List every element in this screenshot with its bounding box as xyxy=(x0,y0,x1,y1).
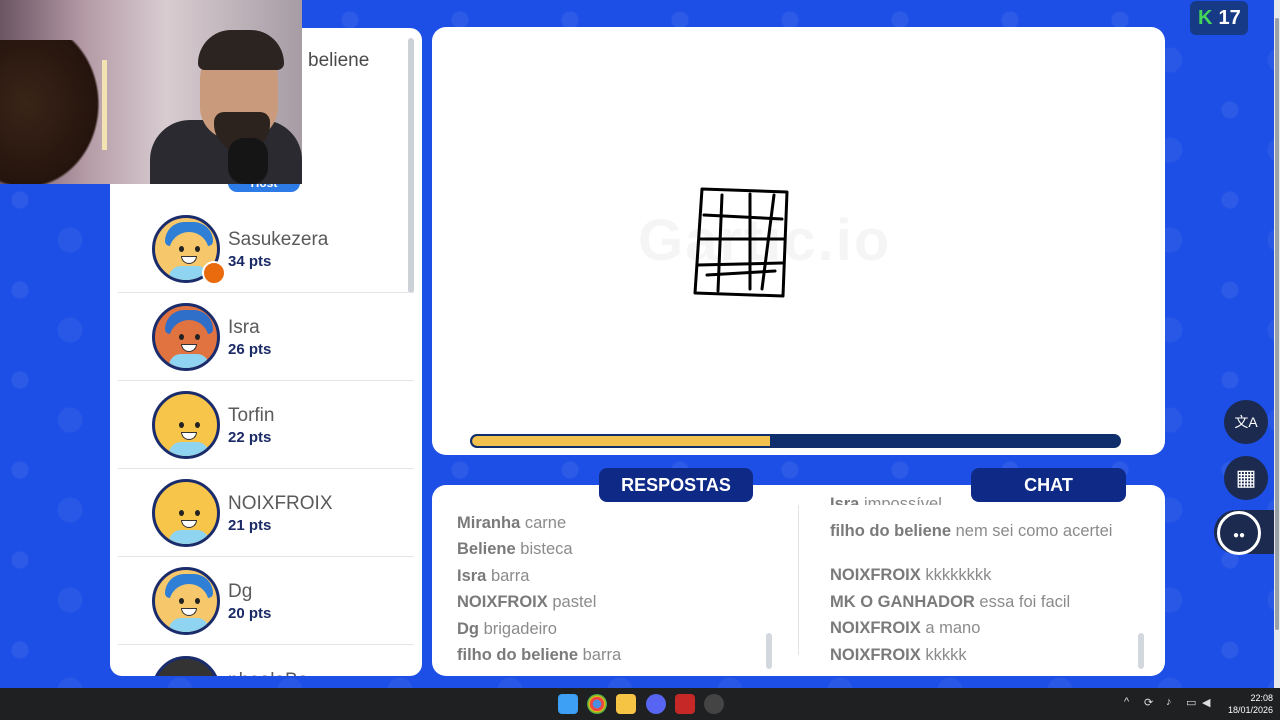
tray-sync-icon[interactable]: ⟳ xyxy=(1144,696,1153,709)
tray-chevron-icon[interactable]: ^ xyxy=(1124,696,1129,708)
webcam-overlay xyxy=(0,0,302,184)
chat-message-partial: Isra impossível xyxy=(830,495,942,505)
taskbar-clock[interactable]: 22:08 18/01/2026 xyxy=(1228,692,1273,716)
player-avatar xyxy=(152,567,220,635)
player-avatar xyxy=(152,303,220,371)
drawing-canvas[interactable]: Gartic.io xyxy=(432,27,1165,455)
player-status-badge xyxy=(202,261,226,285)
player-row[interactable]: Torfin 22 pts xyxy=(118,381,414,469)
page-scrollbar-thumb[interactable] xyxy=(1275,18,1279,630)
player-points: 26 pts xyxy=(228,341,272,358)
discord-icon[interactable] xyxy=(646,694,666,714)
grid-icon[interactable]: ▦ xyxy=(1224,456,1268,500)
translate-icon[interactable]: 文A xyxy=(1224,400,1268,444)
player-name: NOIXFROIX xyxy=(228,493,333,514)
player-points: 22 pts xyxy=(228,429,272,446)
player-name: phealaBa xyxy=(228,670,308,676)
round-timer xyxy=(470,434,1121,448)
tray-network-icon[interactable]: ▭ xyxy=(1186,696,1196,709)
chat-message: MK O GANHADOR essa foi facil xyxy=(830,593,1071,611)
answer-message: Dg brigadeiro xyxy=(457,619,557,638)
answer-message: filho do beliene barra xyxy=(457,646,622,664)
stroke-v1 xyxy=(716,193,724,293)
player-avatar xyxy=(152,656,220,676)
streamer-left xyxy=(0,40,110,184)
player-row[interactable]: Dg 20 pts xyxy=(118,557,414,645)
top-player-name: beliene xyxy=(308,50,370,71)
player-row[interactable]: NOIXFROIX 21 pts xyxy=(118,469,414,557)
microphone xyxy=(228,138,268,184)
panel-divider xyxy=(798,505,799,655)
player-name: Torfin xyxy=(228,405,275,426)
room-count: 17 xyxy=(1218,7,1241,29)
windows-start-icon[interactable] xyxy=(558,694,578,714)
player-row[interactable]: Sasukezera 34 pts xyxy=(118,205,414,293)
tray-mic-icon[interactable]: ♪ xyxy=(1166,696,1172,708)
tab-chat[interactable]: CHAT xyxy=(971,468,1126,502)
player-points: 21 pts xyxy=(228,517,272,534)
stroke-v3 xyxy=(760,193,776,291)
stroke-h3 xyxy=(696,261,784,267)
answers-scrollbar[interactable] xyxy=(766,633,772,669)
windows-taskbar: ^ ⟳ ♪ ▭ ◀ 22:08 18/01/2026 xyxy=(0,688,1280,720)
chat-message: NOIXFROIX kkkkkkkk xyxy=(830,566,992,584)
tray-volume-icon[interactable]: ◀ xyxy=(1202,696,1210,709)
voice-meeter-icon[interactable] xyxy=(675,694,695,714)
room-count-badge: K 17 xyxy=(1190,1,1248,35)
answer-message: Miranha carne xyxy=(457,514,567,532)
k-logo-icon: K xyxy=(1198,7,1213,29)
bottom-panel: Miranha carne Beliene bisteca Isra barra NO… xyxy=(432,485,1165,676)
answer-message: Beliene bisteca xyxy=(457,540,573,559)
player-name: Dg xyxy=(228,581,253,602)
chat-message: filho do beliene nem sei como acertei xyxy=(830,522,1113,540)
gartic-face-icon[interactable]: ●● xyxy=(1217,511,1261,555)
streamer-right-hair xyxy=(198,30,284,70)
player-name: Isra xyxy=(228,317,260,338)
timer-fill xyxy=(472,436,770,446)
player-avatar xyxy=(152,479,220,547)
chrome-icon[interactable] xyxy=(587,694,607,714)
player-row-partial[interactable]: phealaBa xyxy=(118,646,414,676)
player-avatar xyxy=(152,391,220,459)
chat-message: NOIXFROIX kkkkk xyxy=(830,646,967,664)
answer-message: Isra barra xyxy=(457,566,530,585)
player-points: 20 pts xyxy=(228,605,272,622)
player-points: 34 pts xyxy=(228,253,272,270)
clock-date: 18/01/2026 xyxy=(1228,705,1274,715)
player-row[interactable]: Isra 26 pts xyxy=(118,293,414,381)
obs-icon[interactable] xyxy=(704,694,724,714)
player-name: Sasukezera xyxy=(228,229,329,250)
page-scrollbar[interactable] xyxy=(1274,0,1280,688)
chat-message: NOIXFROIX a mano xyxy=(830,619,981,637)
drawing xyxy=(693,187,789,298)
answer-message: NOIXFROIX pastel xyxy=(457,593,597,612)
chat-scrollbar[interactable] xyxy=(1138,633,1144,669)
file-explorer-icon[interactable] xyxy=(616,694,636,714)
tab-respostas[interactable]: RESPOSTAS xyxy=(599,468,753,502)
clock-time: 22:08 xyxy=(1250,693,1274,703)
